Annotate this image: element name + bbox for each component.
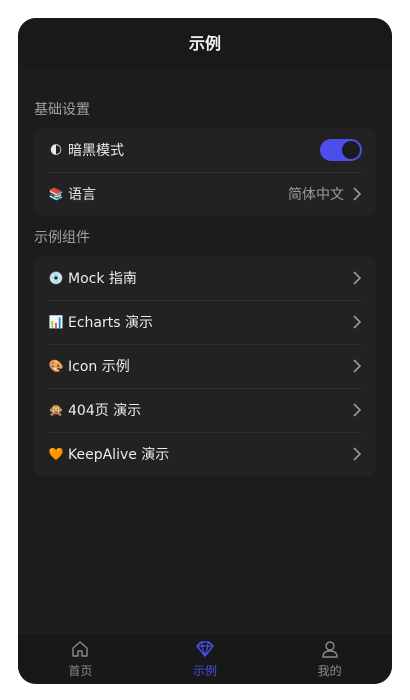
- dark-mode-toggle[interactable]: [320, 139, 362, 161]
- cell-echarts-demo[interactable]: 📊 Echarts 演示: [34, 300, 376, 344]
- section-title-basic: 基础设置: [34, 102, 90, 118]
- settings-group-basic: 🌓 暗黑模式 📚 语言 简体中文: [34, 128, 376, 216]
- chevron-right-icon: [353, 187, 362, 201]
- tab-examples[interactable]: 示例: [143, 634, 268, 684]
- cell-dark-mode: 🌓 暗黑模式: [34, 128, 376, 172]
- cell-label-language: 语言: [68, 187, 96, 203]
- chevron-right-icon: [353, 359, 362, 373]
- tab-label-mine: 我的: [317, 664, 342, 678]
- tab-mine[interactable]: 我的: [267, 634, 392, 684]
- cell-label-icon: Icon 示例: [68, 359, 130, 375]
- chevron-right-icon: [353, 447, 362, 461]
- settings-group-components: 💿 Mock 指南 📊 Echarts 演示 🎨 Icon 示例 🙊 404页 …: [34, 256, 376, 476]
- cell-mock-guide[interactable]: 💿 Mock 指南: [34, 256, 376, 300]
- diamond-icon: [196, 641, 214, 657]
- cell-label-mock: Mock 指南: [68, 271, 137, 287]
- cell-label-dark-mode: 暗黑模式: [68, 143, 124, 159]
- tab-bar: 首页 示例 我的: [18, 633, 392, 684]
- tab-label-examples: 示例: [193, 664, 218, 678]
- tab-home[interactable]: 首页: [18, 634, 143, 684]
- app-screen: 示例 基础设置 🌓 暗黑模式 📚 语言 简体中文 示例组件 💿 Mock 指南 …: [18, 18, 392, 684]
- cell-404-demo[interactable]: 🙊 404页 演示: [34, 388, 376, 432]
- chevron-right-icon: [353, 271, 362, 285]
- books-icon: 📚: [48, 187, 64, 201]
- language-value: 简体中文: [288, 187, 344, 203]
- section-title-components: 示例组件: [34, 230, 90, 246]
- disc-icon: 💿: [48, 271, 64, 285]
- cell-language[interactable]: 📚 语言 简体中文: [34, 172, 376, 216]
- cell-label-404: 404页 演示: [68, 403, 142, 419]
- cell-label-echarts: Echarts 演示: [68, 315, 153, 331]
- chevron-right-icon: [353, 315, 362, 329]
- bar-chart-icon: 📊: [48, 315, 64, 329]
- chevron-right-icon: [353, 403, 362, 417]
- orange-heart-icon: 🧡: [48, 447, 64, 461]
- cell-icon-demo[interactable]: 🎨 Icon 示例: [34, 344, 376, 388]
- tab-label-home: 首页: [68, 664, 93, 678]
- toggle-knob: [342, 141, 360, 159]
- user-icon: [321, 641, 338, 658]
- content-area: 基础设置 🌓 暗黑模式 📚 语言 简体中文 示例组件 💿 Mock 指南 📊 E…: [18, 66, 392, 634]
- cell-keepalive-demo[interactable]: 🧡 KeepAlive 演示: [34, 432, 376, 476]
- page-title: 示例: [188, 34, 221, 53]
- monkey-icon: 🙊: [48, 403, 64, 417]
- cell-label-keepalive: KeepAlive 演示: [68, 447, 170, 463]
- palette-icon: 🎨: [48, 359, 64, 373]
- home-icon: [72, 641, 89, 657]
- nav-bar: 示例: [18, 18, 392, 66]
- half-moon-icon: 🌓: [49, 143, 63, 157]
